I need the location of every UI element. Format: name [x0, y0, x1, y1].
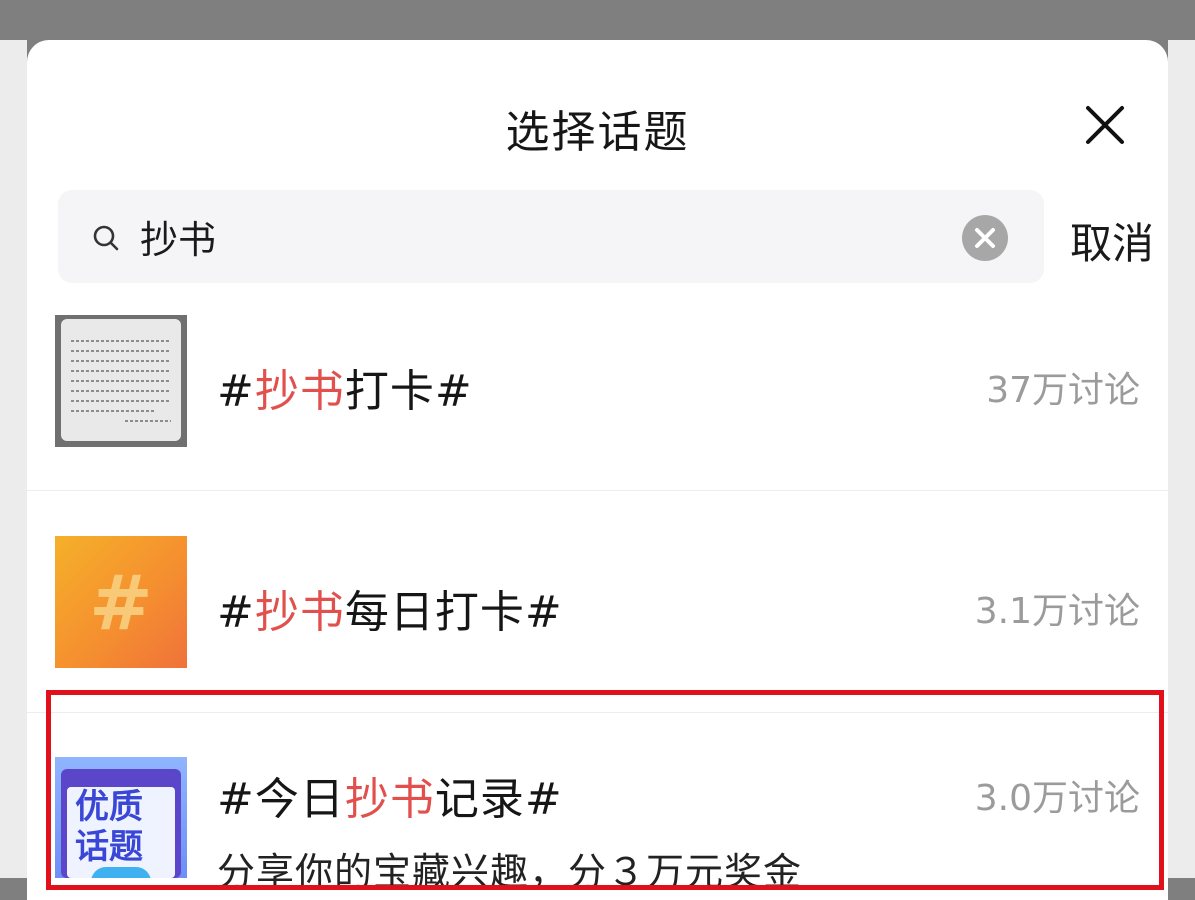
discussion-count: 3.0万讨论 [974, 778, 1140, 819]
clear-icon[interactable] [961, 214, 1009, 262]
search-bar [58, 190, 1044, 283]
close-icon[interactable] [1082, 102, 1128, 148]
search-icon [93, 225, 119, 251]
search-input[interactable] [140, 210, 940, 262]
topic-row[interactable]: # #抄书每日打卡# 3.1万讨论 [27, 536, 1168, 711]
topic-title: #抄书每日打卡# [217, 587, 563, 638]
topic-row[interactable]: 优质 话题 #今日抄书记录# 3.0万讨论 分享你的宝藏兴趣，分３万元奖金 [27, 757, 1168, 894]
thumbnail-badge-text: 话题 [75, 827, 143, 867]
row-divider [27, 490, 1168, 491]
topic-title: #抄书打卡# [217, 366, 473, 417]
topic-title: #今日抄书记录# [217, 774, 563, 825]
page-title: 选择话题 [505, 107, 690, 158]
quality-topic-thumbnail: 优质 话题 [55, 757, 187, 878]
topic-row[interactable]: #抄书打卡# 37万讨论 [27, 315, 1168, 490]
hashtag-icon: # [89, 557, 153, 647]
discussion-count: 37万讨论 [986, 370, 1140, 411]
row-divider [27, 712, 1168, 713]
hashtag-thumbnail: # [55, 536, 187, 668]
handwritten-page-thumbnail [55, 315, 187, 447]
discussion-count: 3.1万讨论 [974, 591, 1140, 632]
cancel-button[interactable]: 取消 [1070, 210, 1154, 271]
topic-description: 分享你的宝藏兴趣，分３万元奖金 [217, 850, 803, 894]
thumbnail-badge-text: 优质 [75, 787, 143, 827]
